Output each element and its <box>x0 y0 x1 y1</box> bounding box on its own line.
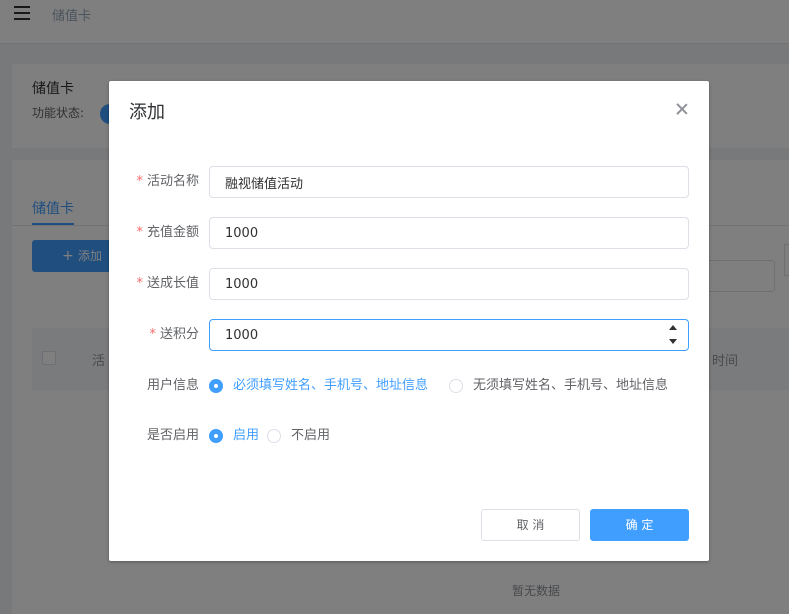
radio-label: 不启用 <box>291 428 331 443</box>
activity-name-field[interactable] <box>209 166 689 198</box>
recharge-amount-label: * 充值金额 <box>136 225 199 240</box>
radio-checked-icon <box>209 429 223 443</box>
radio-checked-icon <box>209 379 223 393</box>
dialog-title: 添加 <box>129 102 165 123</box>
points-field[interactable] <box>209 319 689 351</box>
activity-name-label: * 活动名称 <box>136 174 199 189</box>
enabled-label: 是否启用 <box>146 428 199 443</box>
points-label: * 送积分 <box>149 327 199 342</box>
form-row-activity-name: * 活动名称 <box>109 166 709 198</box>
user-info-label: 用户信息 <box>146 378 199 393</box>
radio-unchecked-icon <box>267 429 281 443</box>
close-icon[interactable] <box>675 102 689 116</box>
growth-value-field[interactable] <box>209 268 689 300</box>
required-mark: * <box>136 174 143 189</box>
radio-label: 启用 <box>233 428 260 443</box>
required-mark: * <box>136 225 143 240</box>
radio-unchecked-icon <box>449 379 463 393</box>
confirm-button[interactable]: 确 定 <box>590 509 689 541</box>
required-mark: * <box>149 327 156 342</box>
add-dialog: 添加 *活动名称 *充值金额 *送成长值 *送积分 用户信息 必须填写姓名、手机… <box>109 81 709 561</box>
points-stepper[interactable] <box>659 320 687 350</box>
required-mark: * <box>136 276 143 291</box>
form-row-enabled: 是否启用 启用 不启用 <box>109 420 709 452</box>
cancel-button[interactable]: 取 消 <box>481 509 580 541</box>
form-row-recharge-amount: * 充值金额 <box>109 217 709 249</box>
form-row-points: * 送积分 <box>109 319 709 351</box>
radio-label: 必须填写姓名、手机号、地址信息 <box>233 378 429 393</box>
form-row-user-info: 用户信息 必须填写姓名、手机号、地址信息 无须填写姓名、手机号、地址信息 <box>109 370 709 402</box>
radio-label: 无须填写姓名、手机号、地址信息 <box>473 378 669 393</box>
form-row-growth-value: * 送成长值 <box>109 268 709 300</box>
growth-value-label: * 送成长值 <box>136 276 199 291</box>
decrement-icon[interactable] <box>669 339 677 344</box>
increment-icon[interactable] <box>669 325 677 330</box>
recharge-amount-field[interactable] <box>209 217 689 249</box>
